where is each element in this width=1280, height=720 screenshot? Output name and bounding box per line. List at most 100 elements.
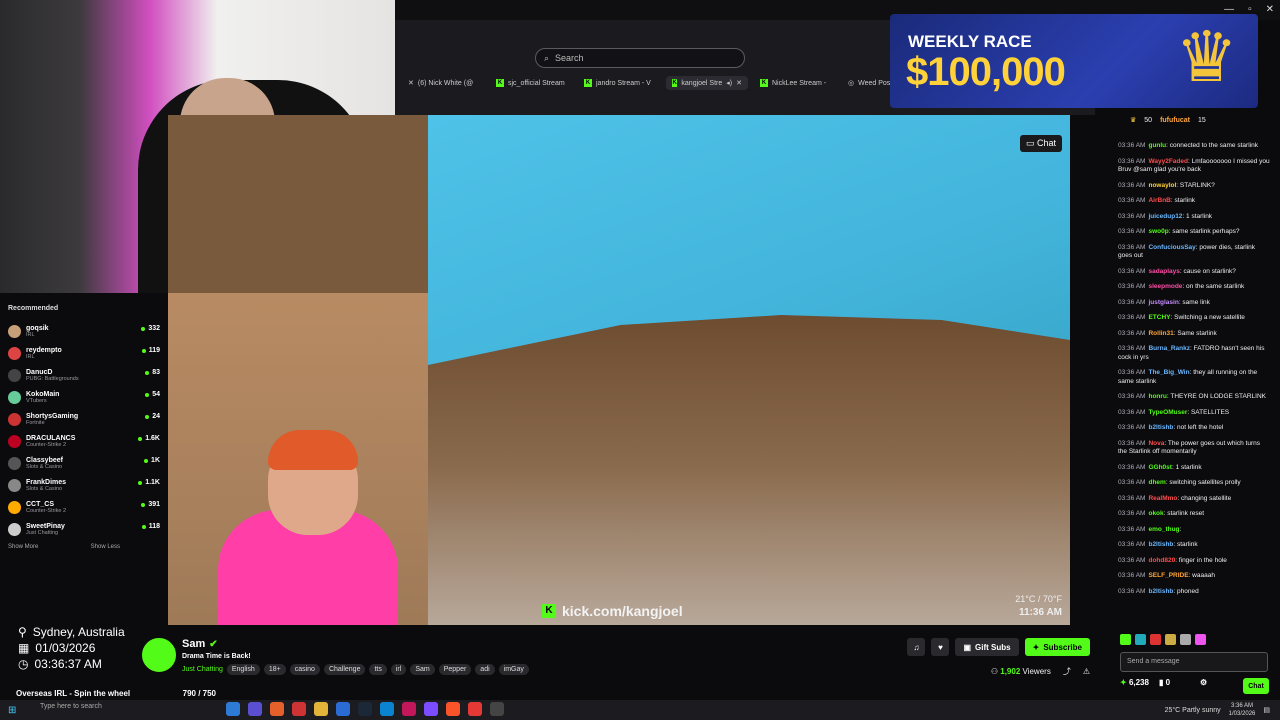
message-username[interactable]: nowaylol	[1148, 182, 1176, 189]
message-username[interactable]: ETCHY	[1148, 314, 1170, 321]
message-username[interactable]: Burna_Rankz	[1148, 345, 1190, 352]
stream-tag[interactable]: English	[226, 664, 260, 675]
sidebar-channel[interactable]: goqsik IRL 332	[8, 320, 160, 342]
sidebar-channel[interactable]: FrankDimes Slots & Casino 1.1K	[8, 474, 160, 496]
message-username[interactable]: ConfuciousSay	[1148, 244, 1195, 251]
show-less-button[interactable]: Show Less	[91, 544, 120, 550]
app-icon[interactable]	[292, 702, 306, 716]
app-icon[interactable]	[490, 702, 504, 716]
message-username[interactable]: justglasin	[1148, 299, 1178, 306]
kick-icon: K	[672, 79, 678, 87]
tab-nick-white[interactable]: ✕ (6) Nick White (@	[402, 76, 484, 90]
share-icon[interactable]: ⤴	[1063, 666, 1071, 677]
message-username[interactable]: TypeOMuser	[1148, 409, 1187, 416]
message-username[interactable]: sadaplays	[1148, 268, 1179, 275]
tab-close-icon[interactable]: ✕	[736, 79, 742, 87]
tray-weather[interactable]: 25°C Partly sunny	[1165, 707, 1221, 714]
stream-tag[interactable]: Challenge	[323, 664, 366, 675]
message-username[interactable]: b2ltishb	[1148, 424, 1173, 431]
stream-tag[interactable]: Pepper	[438, 664, 472, 675]
emote-icon[interactable]	[1195, 634, 1206, 645]
folder-icon[interactable]	[314, 702, 328, 716]
sidebar-channel[interactable]: KokoMain VTubers 54	[8, 386, 160, 408]
tab-jandro[interactable]: Kjandro Stream - V	[578, 76, 660, 90]
message-username[interactable]: SELF_PRIDE	[1148, 572, 1188, 579]
message-username[interactable]: Rollin31	[1148, 330, 1173, 337]
message-username[interactable]: juicedup12	[1148, 213, 1182, 220]
app-icon[interactable]	[402, 702, 416, 716]
message-username[interactable]: RealMmo	[1148, 495, 1177, 502]
heart-icon[interactable]: ♥	[931, 638, 950, 656]
emote-icon[interactable]	[1180, 634, 1191, 645]
subscribe-button[interactable]: ✦ Subscribe	[1024, 638, 1090, 656]
show-more-button[interactable]: Show More	[8, 544, 38, 550]
report-icon[interactable]: ⚠	[1083, 667, 1090, 676]
message-username[interactable]: The_Big_Win	[1148, 369, 1189, 376]
close-icon[interactable]: ✕	[1266, 4, 1274, 15]
message-username[interactable]: b2ltishb	[1148, 541, 1173, 548]
message-username[interactable]: AirBnB	[1148, 197, 1170, 204]
stream-tag[interactable]: adi	[475, 664, 495, 675]
message-username[interactable]: GGh0st	[1148, 464, 1171, 471]
brave-icon[interactable]	[446, 702, 460, 716]
message-username[interactable]: dhem	[1148, 479, 1165, 486]
steam-icon[interactable]	[358, 702, 372, 716]
sidebar-channel[interactable]: Classybeef Slots & Casino 1K	[8, 452, 160, 474]
message-username[interactable]: b2ltishb	[1148, 588, 1173, 595]
message-username[interactable]: gunlu	[1148, 142, 1166, 149]
app-icon[interactable]	[336, 702, 350, 716]
taskbar-search[interactable]: Type here to search	[26, 703, 216, 717]
message-username[interactable]: sleepmode	[1148, 283, 1182, 290]
emote-icon[interactable]	[1120, 634, 1131, 645]
message-username[interactable]: emo_thug	[1148, 526, 1179, 533]
message-username[interactable]: dohd820	[1148, 557, 1175, 564]
channel-name: KokoMain	[26, 390, 60, 398]
tray-clock[interactable]: 3:36 AM 1/03/2026	[1229, 702, 1256, 718]
tab-sjc-official[interactable]: Ksjc_official Stream	[490, 76, 572, 90]
stream-tag[interactable]: tts	[369, 664, 387, 675]
sidebar-channel[interactable]: reydempto IRL 119	[8, 342, 160, 364]
emote-icon[interactable]	[1165, 634, 1176, 645]
stream-tag[interactable]: casino	[289, 664, 320, 675]
message-username[interactable]: swo0p	[1148, 228, 1168, 235]
search-input[interactable]: ⌕ Search	[535, 48, 745, 68]
app-icon[interactable]	[424, 702, 438, 716]
chat-toggle-button[interactable]: ▭ Chat	[1019, 135, 1062, 152]
stream-category[interactable]: Just Chatting	[182, 666, 223, 673]
message-username[interactable]: okok	[1148, 510, 1163, 517]
stream-tag[interactable]: Sam	[410, 664, 435, 675]
avatar[interactable]	[142, 638, 176, 672]
weekly-race-banner[interactable]: WEEKLY RACE $100,000 ♛	[890, 14, 1258, 108]
stream-tag[interactable]: 18+	[263, 664, 286, 675]
sidebar-channel[interactable]: DRACULANCS Counter-Strike 2 1.6K	[8, 430, 160, 452]
sidebar-channel[interactable]: SweetPinay Just Chatting 118	[8, 518, 160, 540]
message-username[interactable]: Wayy2Faded	[1148, 158, 1188, 165]
top-gifter[interactable]: fufufucat	[1160, 117, 1190, 124]
emote-icon[interactable]	[1135, 634, 1146, 645]
settings-icon[interactable]: ⚙	[1200, 678, 1207, 687]
app-icon[interactable]	[468, 702, 482, 716]
streamer-name[interactable]: Sam ✔	[182, 638, 218, 650]
discord-icon[interactable]	[248, 702, 262, 716]
chat-send-button[interactable]: Chat	[1243, 678, 1269, 694]
message-username[interactable]: Nova	[1148, 440, 1164, 447]
message-timestamp: 03:36 AM	[1118, 510, 1146, 517]
stream-tag[interactable]: imGay	[498, 664, 529, 675]
tab-nicklee[interactable]: K NickLee Stream -	[754, 76, 836, 90]
chat-input[interactable]: Send a message	[1120, 652, 1268, 672]
notifications-icon[interactable]: ▤	[1263, 706, 1270, 714]
sidebar-channel[interactable]: DanucD PUBG: Battlegrounds 83	[8, 364, 160, 386]
bell-icon[interactable]: ♫	[907, 638, 926, 656]
gift-subs-button[interactable]: ▣ Gift Subs	[955, 638, 1019, 656]
chat-messages: 03:36 AM gunlu: connected to the same sta…	[1118, 142, 1270, 603]
message-username[interactable]: honru	[1148, 393, 1166, 400]
stream-tag[interactable]: irl	[390, 664, 407, 675]
chrome-icon[interactable]	[226, 702, 240, 716]
sidebar-channel[interactable]: ShortysGaming Fortnite 24	[8, 408, 160, 430]
emote-icon[interactable]	[1150, 634, 1161, 645]
firefox-icon[interactable]	[270, 702, 284, 716]
edge-icon[interactable]	[380, 702, 394, 716]
windows-start-icon[interactable]: ⊞	[8, 705, 16, 716]
tab-kangjoel[interactable]: Kkangjoel Stre ◂) ✕	[666, 76, 748, 90]
sidebar-channel[interactable]: CCT_CS Counter-Strike 2 391	[8, 496, 160, 518]
